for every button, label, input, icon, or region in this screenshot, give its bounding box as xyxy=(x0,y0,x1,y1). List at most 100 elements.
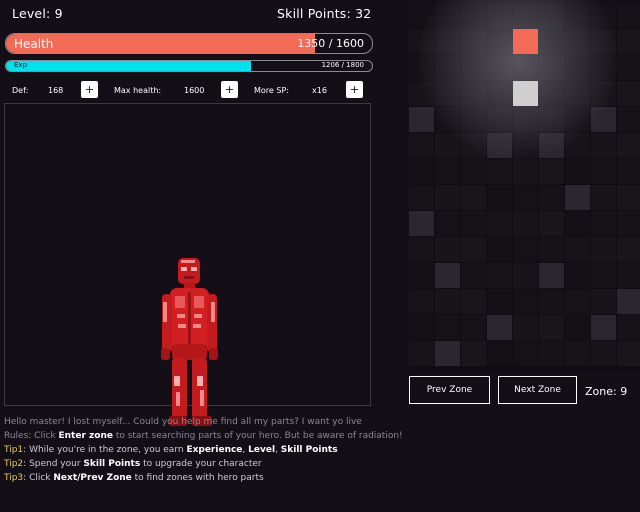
zone-cell xyxy=(461,289,486,314)
more-sp-label: More SP: xyxy=(254,86,289,95)
health-value: 1350 / 1600 xyxy=(297,37,364,50)
hero-figure xyxy=(161,258,218,426)
def-value: 168 xyxy=(48,86,64,95)
zone-cell xyxy=(409,289,434,314)
zone-label: Zone: 9 xyxy=(585,385,628,398)
rules-prefix: Rules: Click xyxy=(4,431,59,441)
zone-cell xyxy=(565,263,590,288)
prev-zone-button[interactable]: Prev Zone xyxy=(409,376,490,404)
zone-cell xyxy=(513,341,538,366)
upgrade-max-health-button[interactable]: + xyxy=(221,81,238,98)
tip1-a: : While you're in the zone, you earn xyxy=(23,445,187,455)
zone-cell xyxy=(565,289,590,314)
zone-cell xyxy=(591,133,616,158)
health-label: Health xyxy=(14,37,54,51)
zone-cell xyxy=(409,185,434,210)
zone-cell xyxy=(591,341,616,366)
zone-cell xyxy=(591,289,616,314)
zone-cell xyxy=(617,315,640,340)
zone-cell xyxy=(513,315,538,340)
zone-cell xyxy=(565,185,590,210)
tip1-b1: Experience xyxy=(186,445,243,455)
zone-cell xyxy=(617,211,640,236)
zone-cell xyxy=(591,263,616,288)
zone-cell xyxy=(513,211,538,236)
zone-cell xyxy=(565,315,590,340)
tip1-key: Tip1 xyxy=(4,445,24,455)
zone-cell xyxy=(617,3,640,28)
tip1-b2: Level xyxy=(248,445,276,455)
next-zone-button[interactable]: Next Zone xyxy=(498,376,577,404)
tip2-message: Tip2: Spend your Skill Points to upgrade… xyxy=(4,459,262,469)
zone-cell xyxy=(513,81,538,106)
zone-cell xyxy=(487,159,512,184)
max-health-value: 1600 xyxy=(184,86,205,95)
zone-cell xyxy=(435,237,460,262)
tip2-a: : Spend your xyxy=(23,459,84,469)
tip2-c: to upgrade your character xyxy=(140,459,262,469)
zone-cell xyxy=(461,263,486,288)
tip1-b3: Skill Points xyxy=(280,445,338,455)
upgrade-more-sp-button[interactable]: + xyxy=(346,81,363,98)
zone-cell xyxy=(617,237,640,262)
zone-cell xyxy=(409,211,434,236)
zone-cell xyxy=(591,185,616,210)
zone-cell xyxy=(409,159,434,184)
zone-cell xyxy=(565,237,590,262)
zone-cell xyxy=(591,159,616,184)
zone-cell xyxy=(565,211,590,236)
tip3-b: Next/Prev Zone xyxy=(53,473,132,483)
zone-cell xyxy=(617,133,640,158)
tip3-a: : Click xyxy=(23,473,54,483)
zone-cell xyxy=(435,159,460,184)
tip2-b: Skill Points xyxy=(83,459,141,469)
exp-bar: Exp 1206 / 1800 xyxy=(5,60,373,72)
more-sp-value: x16 xyxy=(312,86,327,95)
zone-cell xyxy=(591,211,616,236)
health-bar: Health 1350 / 1600 xyxy=(5,33,373,54)
zone-cell xyxy=(591,237,616,262)
rules-key: Enter zone xyxy=(58,431,113,441)
upgrade-def-button[interactable]: + xyxy=(81,81,98,98)
skill-points-label: Skill Points: 32 xyxy=(277,6,372,21)
zone-cell xyxy=(539,263,564,288)
zone-cell xyxy=(617,29,640,54)
zone-cell xyxy=(487,237,512,262)
zone-cell xyxy=(409,263,434,288)
zone-cell xyxy=(435,263,460,288)
zone-cell xyxy=(461,341,486,366)
tip1-message: Tip1: While you're in the zone, you earn… xyxy=(4,445,338,455)
rules-suffix: to start searching parts of your hero. B… xyxy=(112,431,403,441)
exp-label: Exp xyxy=(14,61,28,69)
zone-cell xyxy=(565,159,590,184)
hero-panel xyxy=(4,103,371,426)
zone-cell xyxy=(565,341,590,366)
zone-cell xyxy=(513,159,538,184)
def-label: Def: xyxy=(12,86,29,95)
zone-cell xyxy=(409,237,434,262)
zone-cell xyxy=(617,159,640,184)
zone-cell xyxy=(435,185,460,210)
zone-cell xyxy=(539,159,564,184)
zone-cell xyxy=(435,315,460,340)
zone-cell xyxy=(617,289,640,314)
zone-cell xyxy=(409,315,434,340)
zone-cell xyxy=(513,29,538,54)
zone-cell xyxy=(487,211,512,236)
zone-cell xyxy=(591,315,616,340)
zone-cell xyxy=(461,315,486,340)
zone-cell xyxy=(487,315,512,340)
zone-cell xyxy=(539,341,564,366)
zone-cell xyxy=(617,81,640,106)
tip2-key: Tip2 xyxy=(4,459,24,469)
zone-cell xyxy=(435,341,460,366)
zone-cell xyxy=(539,237,564,262)
zone-cell xyxy=(617,341,640,366)
zone-cell xyxy=(539,289,564,314)
zone-cell xyxy=(487,263,512,288)
level-label: Level: 9 xyxy=(12,6,63,21)
zone-cell xyxy=(513,185,538,210)
zone-cell xyxy=(617,55,640,80)
zone-cell xyxy=(461,185,486,210)
zone-cell xyxy=(435,289,460,314)
